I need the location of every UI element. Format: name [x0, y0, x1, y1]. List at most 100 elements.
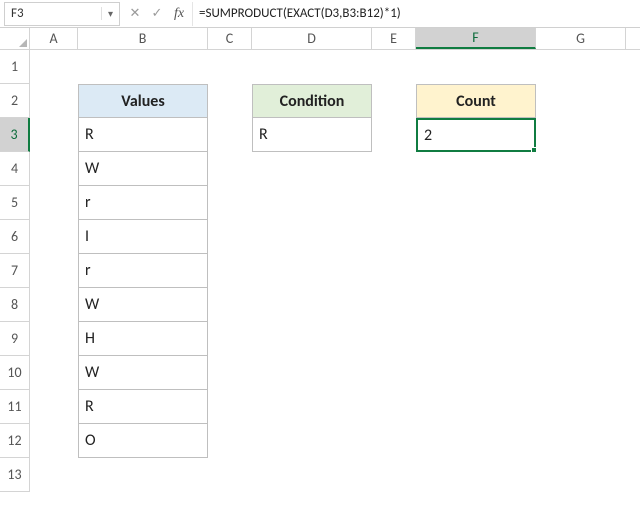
cell-D13[interactable]	[252, 458, 372, 492]
cell-B4[interactable]: W	[78, 152, 208, 186]
cell-G5[interactable]	[536, 186, 626, 220]
cell-C2[interactable]	[208, 84, 252, 118]
cell-F3[interactable]: 2	[416, 118, 536, 152]
cell-G13[interactable]	[536, 458, 626, 492]
cell-A6[interactable]	[30, 220, 78, 254]
cell-C6[interactable]	[208, 220, 252, 254]
cell-C7[interactable]	[208, 254, 252, 288]
cell-A9[interactable]	[30, 322, 78, 356]
cell-A7[interactable]	[30, 254, 78, 288]
cell-A13[interactable]	[30, 458, 78, 492]
cell-C13[interactable]	[208, 458, 252, 492]
cell-G12[interactable]	[536, 424, 626, 458]
cell-B3[interactable]: R	[78, 118, 208, 152]
cell-E7[interactable]	[372, 254, 416, 288]
cell-G3[interactable]	[536, 118, 626, 152]
cell-D11[interactable]	[252, 390, 372, 424]
cell-E3[interactable]	[372, 118, 416, 152]
cell-D6[interactable]	[252, 220, 372, 254]
cell-F8[interactable]	[416, 288, 536, 322]
cell-G10[interactable]	[536, 356, 626, 390]
cell-G11[interactable]	[536, 390, 626, 424]
cell-B7[interactable]: r	[78, 254, 208, 288]
cell-B9[interactable]: H	[78, 322, 208, 356]
cell-F12[interactable]	[416, 424, 536, 458]
cell-C4[interactable]	[208, 152, 252, 186]
row-header-12[interactable]: 12	[0, 424, 30, 458]
cell-B1[interactable]	[78, 50, 208, 84]
cell-C1[interactable]	[208, 50, 252, 84]
cell-A5[interactable]	[30, 186, 78, 220]
cell-B13[interactable]	[78, 458, 208, 492]
row-header-11[interactable]: 11	[0, 390, 30, 424]
col-header-G[interactable]: G	[536, 28, 626, 49]
col-header-E[interactable]: E	[372, 28, 416, 49]
fx-icon[interactable]: fx	[168, 2, 190, 26]
cell-C8[interactable]	[208, 288, 252, 322]
cell-G2[interactable]	[536, 84, 626, 118]
cell-D12[interactable]	[252, 424, 372, 458]
cell-B10[interactable]: W	[78, 356, 208, 390]
cell-F13[interactable]	[416, 458, 536, 492]
row-header-1[interactable]: 1	[0, 50, 30, 84]
row-header-2[interactable]: 2	[0, 84, 30, 118]
cancel-icon[interactable]: ✕	[124, 2, 146, 26]
cell-E12[interactable]	[372, 424, 416, 458]
cell-A3[interactable]	[30, 118, 78, 152]
col-header-A[interactable]: A	[30, 28, 78, 49]
col-header-D[interactable]: D	[252, 28, 372, 49]
cell-E10[interactable]	[372, 356, 416, 390]
cell-A2[interactable]	[30, 84, 78, 118]
name-box[interactable]: F3 ▾	[4, 2, 120, 26]
cell-E5[interactable]	[372, 186, 416, 220]
cell-A12[interactable]	[30, 424, 78, 458]
cell-B12[interactable]: O	[78, 424, 208, 458]
cell-A8[interactable]	[30, 288, 78, 322]
cell-B5[interactable]: r	[78, 186, 208, 220]
cell-D8[interactable]	[252, 288, 372, 322]
cell-F10[interactable]	[416, 356, 536, 390]
row-header-9[interactable]: 9	[0, 322, 30, 356]
cell-F4[interactable]	[416, 152, 536, 186]
check-icon[interactable]: ✓	[146, 2, 168, 26]
cell-D9[interactable]	[252, 322, 372, 356]
row-header-3[interactable]: 3	[0, 118, 30, 152]
row-header-7[interactable]: 7	[0, 254, 30, 288]
row-header-5[interactable]: 5	[0, 186, 30, 220]
row-header-8[interactable]: 8	[0, 288, 30, 322]
select-all-corner[interactable]	[0, 28, 30, 49]
cell-E4[interactable]	[372, 152, 416, 186]
cell-E2[interactable]	[372, 84, 416, 118]
cell-C12[interactable]	[208, 424, 252, 458]
cell-G1[interactable]	[536, 50, 626, 84]
cell-F5[interactable]	[416, 186, 536, 220]
col-header-C[interactable]: C	[208, 28, 252, 49]
formula-input[interactable]: =SUMPRODUCT(EXACT(D3,B3:B12)*1)	[192, 2, 640, 26]
cell-F7[interactable]	[416, 254, 536, 288]
cell-E6[interactable]	[372, 220, 416, 254]
cell-G4[interactable]	[536, 152, 626, 186]
cell-G7[interactable]	[536, 254, 626, 288]
cell-E13[interactable]	[372, 458, 416, 492]
cell-G8[interactable]	[536, 288, 626, 322]
row-header-6[interactable]: 6	[0, 220, 30, 254]
row-header-4[interactable]: 4	[0, 152, 30, 186]
cell-F6[interactable]	[416, 220, 536, 254]
cell-D4[interactable]	[252, 152, 372, 186]
cell-E8[interactable]	[372, 288, 416, 322]
cell-D5[interactable]	[252, 186, 372, 220]
cell-B6[interactable]: I	[78, 220, 208, 254]
cell-B11[interactable]: R	[78, 390, 208, 424]
cell-C11[interactable]	[208, 390, 252, 424]
cell-B8[interactable]: W	[78, 288, 208, 322]
row-header-10[interactable]: 10	[0, 356, 30, 390]
header-count[interactable]: Count	[416, 84, 536, 118]
cell-E1[interactable]	[372, 50, 416, 84]
cell-C3[interactable]	[208, 118, 252, 152]
chevron-down-icon[interactable]: ▾	[101, 7, 119, 20]
cell-D1[interactable]	[252, 50, 372, 84]
cell-G9[interactable]	[536, 322, 626, 356]
cell-C9[interactable]	[208, 322, 252, 356]
cell-A10[interactable]	[30, 356, 78, 390]
cell-E9[interactable]	[372, 322, 416, 356]
